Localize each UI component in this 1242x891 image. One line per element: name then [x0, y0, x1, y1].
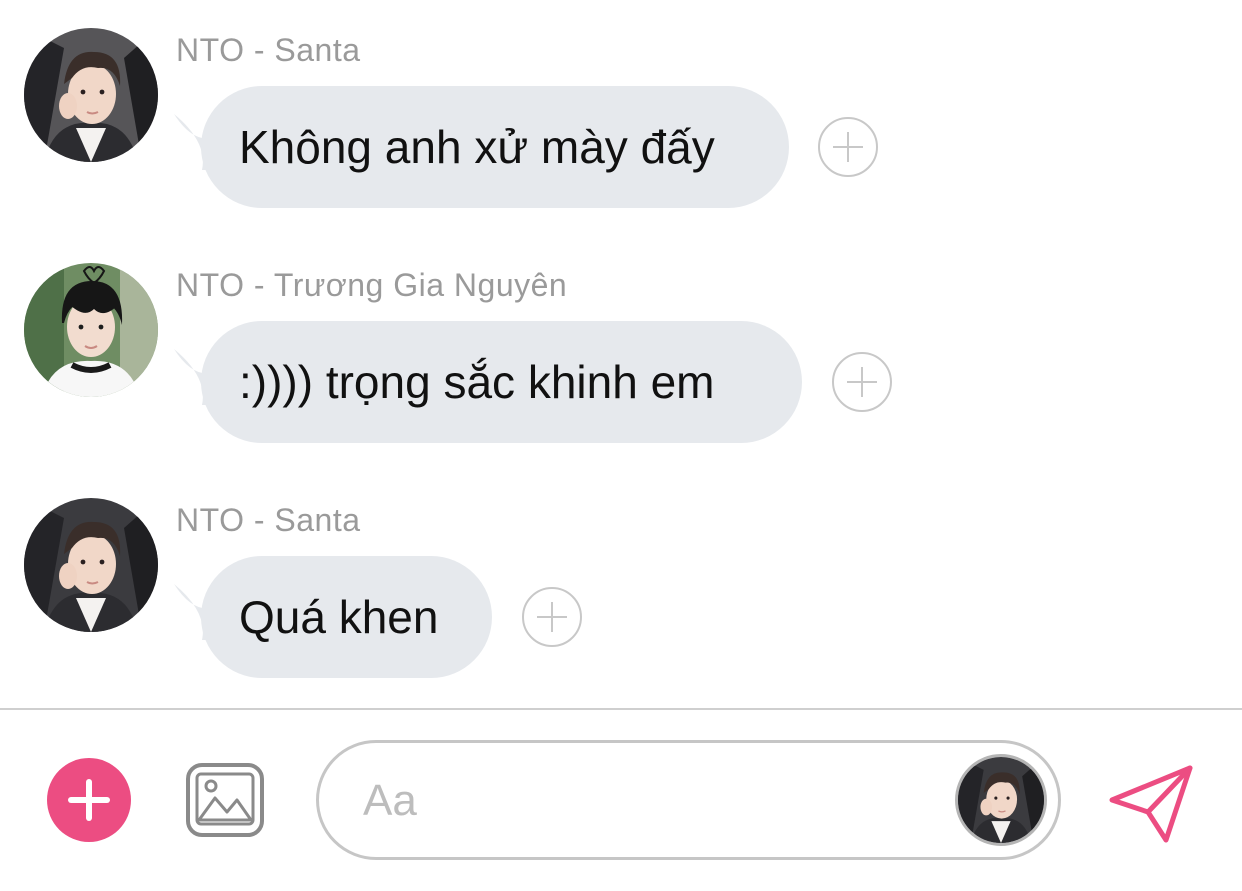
- message-row: NTO - Trương Gia Nguyên :)))) trọng sắc …: [0, 263, 1242, 463]
- message-bubble[interactable]: Quá khen: [201, 556, 492, 678]
- add-reaction-button[interactable]: [522, 587, 582, 647]
- message-input-container[interactable]: [316, 740, 1061, 860]
- message-input[interactable]: [361, 765, 925, 837]
- message-bubble[interactable]: :)))) trọng sắc khinh em: [201, 321, 802, 443]
- message-text: Không anh xử mày đấy: [239, 121, 715, 173]
- message-text: :)))) trọng sắc khinh em: [239, 356, 715, 408]
- truong-gia-nguyen-avatar[interactable]: [24, 263, 158, 397]
- message-text: Quá khen: [239, 591, 439, 643]
- santa-avatar[interactable]: [955, 754, 1047, 846]
- add-reaction-button[interactable]: [818, 117, 878, 177]
- avatar-image: [24, 498, 158, 632]
- image-icon[interactable]: [185, 762, 265, 838]
- avatar-image: [24, 28, 158, 162]
- santa-avatar[interactable]: [24, 498, 158, 632]
- sender-name: NTO - Santa: [176, 502, 361, 538]
- sender-name: NTO - Trương Gia Nguyên: [176, 267, 568, 303]
- santa-avatar[interactable]: [24, 28, 158, 162]
- avatar-image: [24, 263, 158, 397]
- send-icon[interactable]: [1108, 764, 1194, 844]
- avatar-image: [958, 757, 1044, 843]
- plus-icon[interactable]: [47, 758, 131, 842]
- message-row: NTO - Santa Không anh xử mày đấy: [0, 28, 1242, 228]
- add-reaction-button[interactable]: [832, 352, 892, 412]
- message-bubble[interactable]: Không anh xử mày đấy: [201, 86, 789, 208]
- message-composer: [0, 708, 1242, 891]
- message-row: NTO - Santa Quá khen: [0, 498, 1242, 698]
- sender-name: NTO - Santa: [176, 32, 361, 68]
